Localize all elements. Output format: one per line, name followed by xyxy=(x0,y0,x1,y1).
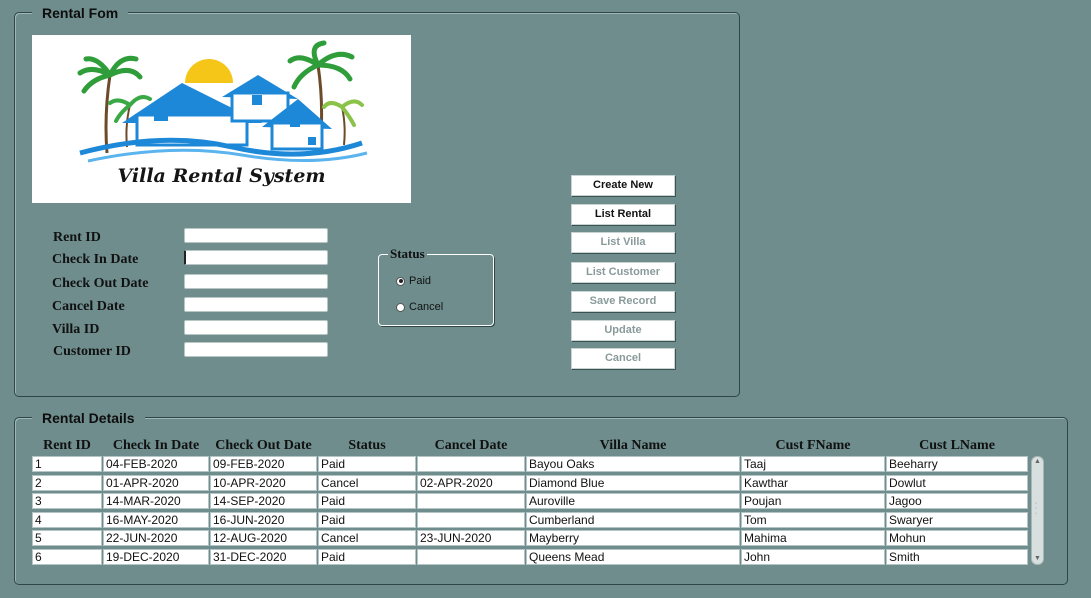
villa-logo: Villa Rental System xyxy=(32,35,411,203)
rent-id-label: Rent ID xyxy=(53,230,101,245)
list-villa-button[interactable]: List Villa xyxy=(571,232,675,253)
table-cell-cancel-date[interactable] xyxy=(417,456,525,472)
scroll-down-icon[interactable]: ▼ xyxy=(1032,554,1043,564)
table-cell-status[interactable]: Cancel xyxy=(318,475,416,491)
table-cell-rent-id[interactable]: 2 xyxy=(32,475,102,491)
col-header-rent-id: Rent ID xyxy=(43,438,91,453)
table-cell-status[interactable]: Paid xyxy=(318,549,416,565)
table-cell-check-out-date[interactable]: 10-APR-2020 xyxy=(210,475,317,491)
scroll-grip-icon[interactable]: ∙ ∙ ∙ xyxy=(1035,500,1037,517)
col-header-cust-lname: Cust LName xyxy=(919,438,995,453)
customer-id-field[interactable] xyxy=(184,342,328,357)
radio-unselected-icon[interactable] xyxy=(396,302,405,312)
status-paid-option[interactable]: Paid xyxy=(396,275,431,287)
table-cell-cust-lname[interactable]: Beeharry xyxy=(886,456,1028,472)
table-cell-cust-lname[interactable]: Smith xyxy=(886,549,1028,565)
table-cell-cust-lname[interactable]: Jagoo xyxy=(886,493,1028,509)
table-cell-check-in-date[interactable]: 04-FEB-2020 xyxy=(103,456,209,472)
col-header-status: Status xyxy=(348,438,386,453)
table-cell-cust-fname[interactable]: John xyxy=(741,549,885,565)
status-cancel-option[interactable]: Cancel xyxy=(396,301,443,313)
check-in-date-label: Check In Date xyxy=(52,252,139,267)
status-paid-label: Paid xyxy=(409,275,432,287)
table-cell-villa-name[interactable]: Queens Mead xyxy=(526,549,740,565)
table-cell-cust-lname[interactable]: Swaryer xyxy=(886,512,1028,528)
rent-id-field[interactable] xyxy=(184,228,328,243)
status-group: Status Paid Cancel xyxy=(378,247,494,326)
logo-caption: Villa Rental System xyxy=(117,165,326,187)
table-cell-check-in-date[interactable]: 16-MAY-2020 xyxy=(103,512,209,528)
status-cancel-label: Cancel xyxy=(409,301,444,313)
table-cell-villa-name[interactable]: Auroville xyxy=(526,493,740,509)
rental-details-title: Rental Details xyxy=(32,410,145,426)
check-out-date-field[interactable] xyxy=(184,274,328,289)
table-cell-cancel-date[interactable]: 02-APR-2020 xyxy=(417,475,525,491)
table-cell-cust-fname[interactable]: Tom xyxy=(741,512,885,528)
table-cell-check-in-date[interactable]: 19-DEC-2020 xyxy=(103,549,209,565)
table-cell-check-out-date[interactable]: 31-DEC-2020 xyxy=(210,549,317,565)
table-cell-cust-fname[interactable]: Kawthar xyxy=(741,475,885,491)
table-cell-cancel-date[interactable] xyxy=(417,549,525,565)
table-cell-check-out-date[interactable]: 16-JUN-2020 xyxy=(210,512,317,528)
table-scrollbar[interactable]: ▲ ∙ ∙ ∙ ▼ xyxy=(1031,456,1044,565)
table-cell-status[interactable]: Cancel xyxy=(318,530,416,546)
col-header-check-in-date: Check In Date xyxy=(112,438,200,453)
cancel-date-label: Cancel Date xyxy=(52,299,125,314)
list-rental-button[interactable]: List Rental xyxy=(571,204,675,225)
cancel-date-field[interactable] xyxy=(184,297,328,312)
table-cell-villa-name[interactable]: Cumberland xyxy=(526,512,740,528)
villa-id-field[interactable] xyxy=(184,320,328,335)
col-header-cust-fname: Cust FName xyxy=(775,438,851,453)
update-button[interactable]: Update xyxy=(571,320,675,341)
table-cell-rent-id[interactable]: 5 xyxy=(32,530,102,546)
table-cell-cancel-date[interactable]: 23-JUN-2020 xyxy=(417,530,525,546)
table-cell-check-in-date[interactable]: 22-JUN-2020 xyxy=(103,530,209,546)
table-cell-status[interactable]: Paid xyxy=(318,493,416,509)
table-cell-cancel-date[interactable] xyxy=(417,512,525,528)
table-cell-cust-fname[interactable]: Taaj xyxy=(741,456,885,472)
customer-id-label: Customer ID xyxy=(53,344,131,359)
table-cell-rent-id[interactable]: 6 xyxy=(32,549,102,565)
table-cell-check-out-date[interactable]: 09-FEB-2020 xyxy=(210,456,317,472)
table-cell-check-out-date[interactable]: 14-SEP-2020 xyxy=(210,493,317,509)
table-cell-check-out-date[interactable]: 12-AUG-2020 xyxy=(210,530,317,546)
table-cell-check-in-date[interactable]: 14-MAR-2020 xyxy=(103,493,209,509)
table-cell-rent-id[interactable]: 1 xyxy=(32,456,102,472)
create-new-button[interactable]: Create New xyxy=(571,175,675,196)
table-cell-cust-lname[interactable]: Dowlut xyxy=(886,475,1028,491)
check-out-date-label: Check Out Date xyxy=(52,276,149,291)
table-cell-villa-name[interactable]: Bayou Oaks xyxy=(526,456,740,472)
table-cell-villa-name[interactable]: Diamond Blue xyxy=(526,475,740,491)
col-header-check-out-date: Check Out Date xyxy=(215,438,312,453)
table-cell-cust-fname[interactable]: Mahima xyxy=(741,530,885,546)
col-header-cancel-date: Cancel Date xyxy=(434,438,508,453)
table-cell-status[interactable]: Paid xyxy=(318,512,416,528)
list-customer-button[interactable]: List Customer xyxy=(571,262,675,283)
status-title: Status xyxy=(388,246,427,261)
scroll-up-icon[interactable]: ▲ xyxy=(1032,457,1043,467)
villa-id-label: Villa ID xyxy=(52,322,100,337)
save-record-button[interactable]: Save Record xyxy=(571,291,675,312)
table-cell-status[interactable]: Paid xyxy=(318,456,416,472)
table-cell-cust-lname[interactable]: Mohun xyxy=(886,530,1028,546)
radio-selected-icon[interactable] xyxy=(396,276,405,286)
table-cell-rent-id[interactable]: 3 xyxy=(32,493,102,509)
check-in-date-field[interactable] xyxy=(184,250,328,265)
table-cell-check-in-date[interactable]: 01-APR-2020 xyxy=(103,475,209,491)
table-cell-villa-name[interactable]: Mayberry xyxy=(526,530,740,546)
rental-form-title: Rental Fom xyxy=(32,5,129,21)
cancel-button[interactable]: Cancel xyxy=(571,348,675,369)
table-cell-cust-fname[interactable]: Poujan xyxy=(741,493,885,509)
table-cell-rent-id[interactable]: 4 xyxy=(32,512,102,528)
table-cell-cancel-date[interactable] xyxy=(417,493,525,509)
col-header-villa-name: Villa Name xyxy=(599,438,667,453)
